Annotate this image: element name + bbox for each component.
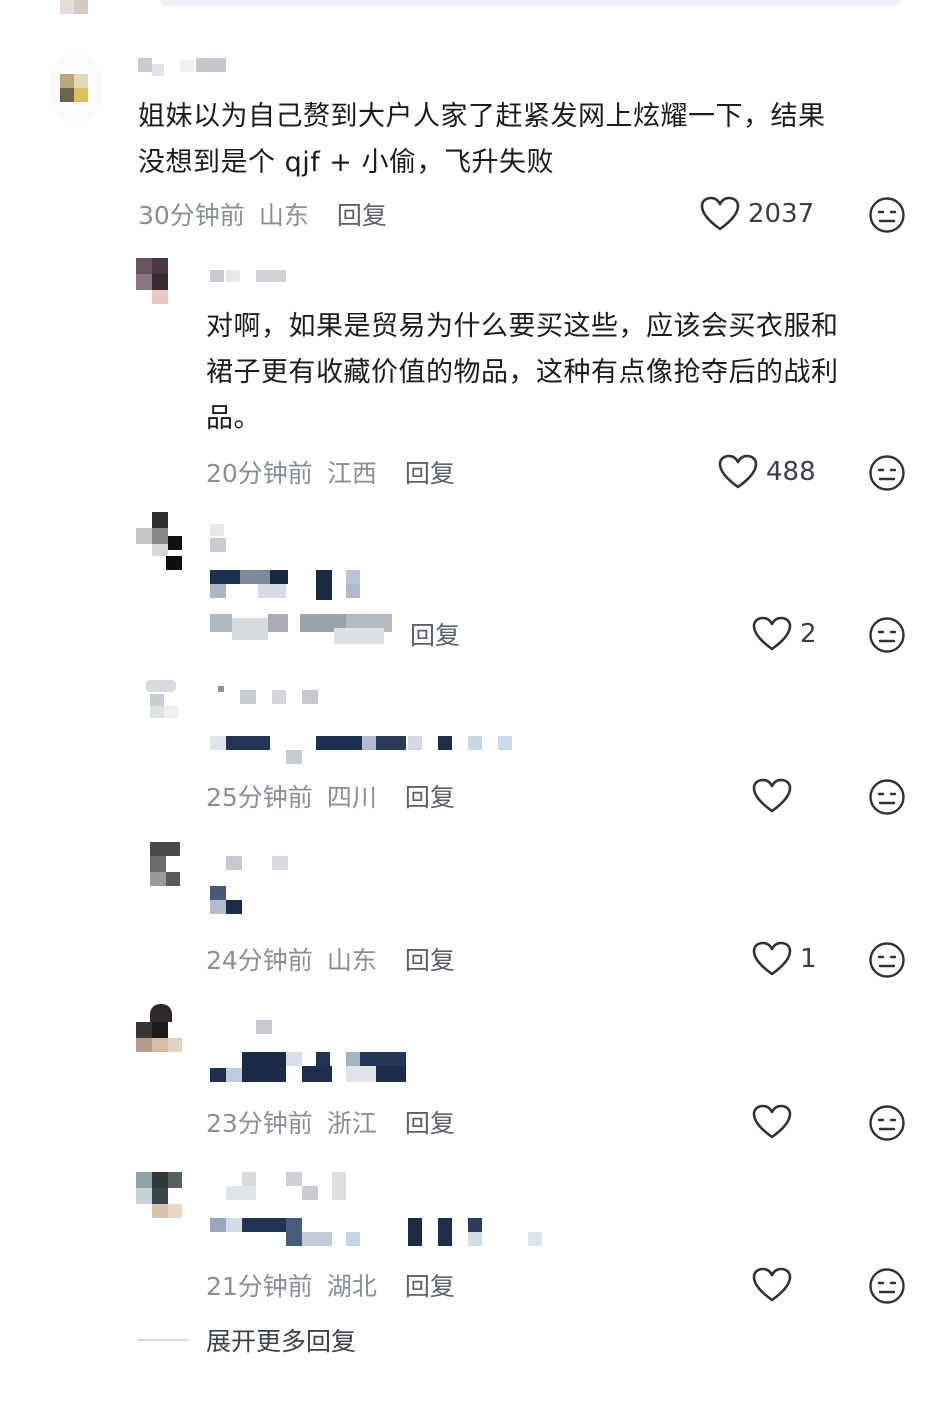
heart-outline-icon: [752, 1267, 792, 1303]
avatar[interactable]: [136, 1172, 184, 1218]
comment-location: 湖北: [326, 1272, 377, 1301]
divider: [138, 1339, 188, 1341]
like-button[interactable]: [752, 1267, 800, 1303]
neutral-face-icon: [868, 1267, 906, 1305]
comment-meta: 21分钟前 湖北 回复: [206, 1267, 455, 1303]
expand-more-label: 展开更多回复: [206, 1327, 357, 1356]
expand-more-replies[interactable]: 展开更多回复: [138, 1322, 356, 1358]
comment-time: 21分钟前: [206, 1272, 313, 1301]
reply-button[interactable]: 回复: [405, 1267, 455, 1303]
reply-6: 21分钟前 湖北 回复: [0, 0, 942, 1310]
dislike-button[interactable]: [868, 1267, 906, 1305]
